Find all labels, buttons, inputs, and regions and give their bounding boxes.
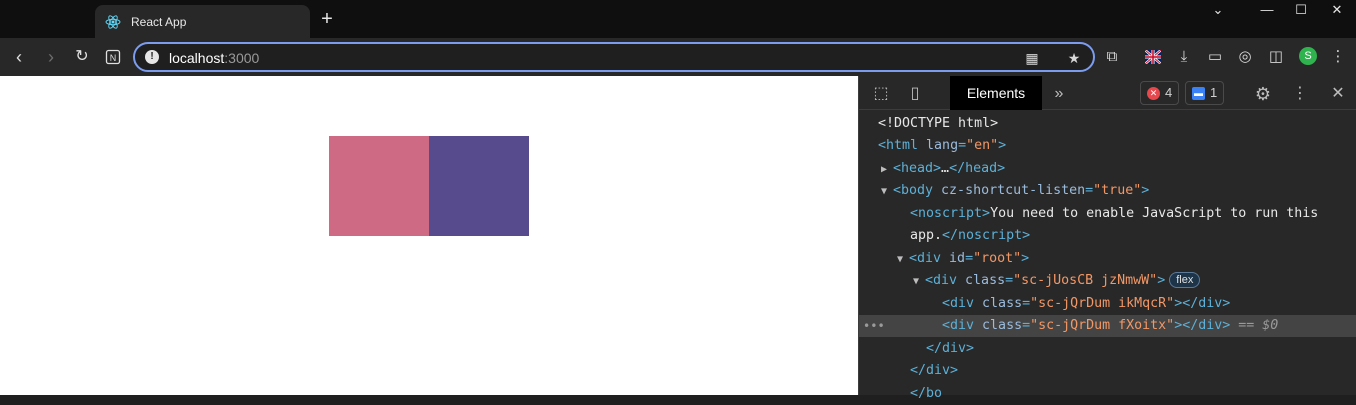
- url-host: localhost: [169, 50, 225, 66]
- dom-node-html[interactable]: <html lang="en">: [859, 135, 1356, 157]
- svg-text:N: N: [110, 53, 117, 63]
- new-tab-button[interactable]: +: [318, 9, 336, 29]
- error-icon: ✕: [1147, 87, 1160, 100]
- devtools-panel: ⬚ ▯ Elements » ✕ 4 ▬ 1 ⚙ ⋮ ✕ <!DOCTYPE h…: [858, 76, 1356, 401]
- error-count: 4: [1165, 85, 1173, 100]
- dom-node-body[interactable]: ▼ <body cz-shortcut-listen="true">: [859, 180, 1356, 202]
- settings-gear-icon[interactable]: ⚙: [1253, 84, 1273, 104]
- selected-marker: == $0: [1238, 318, 1279, 333]
- bookmark-star-icon[interactable]: ★: [1065, 49, 1083, 67]
- browser-toolbar: ‹ › ↻ N ! localhost:3000 ▦ ★ ⧉ ⤓ ▭ ◎ ◫ ⋮: [0, 38, 1356, 76]
- dom-node-child-2-selected[interactable]: ••• <div class="sc-jQrDum fXoitx"></div>…: [859, 315, 1356, 337]
- dom-node-close-root[interactable]: </div>: [859, 360, 1356, 382]
- error-count-badge[interactable]: ✕ 4: [1140, 81, 1180, 105]
- menu-kebab-icon[interactable]: ⋮: [1328, 47, 1348, 67]
- download-icon[interactable]: ⤓: [1174, 47, 1194, 67]
- qr-code-icon[interactable]: ▦: [1023, 49, 1041, 67]
- devtools-header: ⬚ ▯ Elements » ✕ 4 ▬ 1 ⚙ ⋮ ✕: [859, 76, 1356, 110]
- message-count: 1: [1210, 85, 1218, 100]
- forward-icon[interactable]: ›: [40, 46, 62, 68]
- title-bar: React App + ⌄ — ☐ ✕: [0, 0, 1356, 38]
- page-viewport: [0, 76, 858, 395]
- dom-node-child-1[interactable]: <div class="sc-jQrDum ikMqcR"></div>: [859, 293, 1356, 315]
- close-devtools-icon[interactable]: ✕: [1328, 84, 1348, 104]
- extensions-icon[interactable]: ⧉: [1102, 47, 1122, 67]
- notion-extension-icon[interactable]: N: [102, 46, 124, 68]
- back-icon[interactable]: ‹: [8, 46, 30, 68]
- url-port: :3000: [224, 50, 260, 66]
- dom-node-flex-div[interactable]: ▼ <div class="sc-jUosCB jzNmwW"> flex: [859, 270, 1356, 292]
- react-logo-icon: [105, 14, 121, 29]
- box-pink: [329, 136, 429, 236]
- screenshot-icon[interactable]: ◎: [1235, 47, 1255, 67]
- media-icon[interactable]: ▭: [1205, 47, 1225, 67]
- maximize-icon[interactable]: ☐: [1289, 0, 1313, 20]
- site-info-icon[interactable]: !: [145, 50, 159, 64]
- dom-node-close-body[interactable]: </bo: [859, 383, 1356, 405]
- message-icon: ▬: [1192, 87, 1205, 100]
- minimize-icon[interactable]: —: [1255, 0, 1279, 20]
- dom-node-root[interactable]: ▼ <div id="root">: [859, 248, 1356, 270]
- dom-node-doctype[interactable]: <!DOCTYPE html>: [859, 113, 1356, 135]
- message-count-badge[interactable]: ▬ 1: [1185, 81, 1225, 105]
- dom-node-close-flex[interactable]: </div>: [859, 338, 1356, 360]
- dom-node-noscript-cont[interactable]: app.</noscript>: [859, 225, 1356, 247]
- tab-title: React App: [131, 14, 187, 29]
- device-toolbar-icon[interactable]: ▯: [905, 84, 925, 104]
- more-tabs-icon[interactable]: »: [1049, 84, 1069, 104]
- collapse-triangle-icon[interactable]: ▼: [897, 249, 909, 271]
- collapse-triangle-icon[interactable]: ▼: [913, 271, 925, 293]
- side-panel-icon[interactable]: ◫: [1266, 47, 1286, 67]
- reload-icon[interactable]: ↻: [71, 46, 93, 68]
- flex-container: [329, 136, 529, 236]
- flex-badge[interactable]: flex: [1169, 272, 1201, 288]
- dom-node-head[interactable]: ▶ <head>…</head>: [859, 158, 1356, 180]
- uk-flag-extension-icon[interactable]: [1143, 47, 1163, 67]
- address-bar[interactable]: ! localhost:3000 ▦ ★: [133, 42, 1095, 72]
- close-window-icon[interactable]: ✕: [1325, 0, 1349, 20]
- box-purple: [429, 136, 529, 236]
- expand-triangle-icon[interactable]: ▶: [881, 159, 893, 181]
- dom-tree: <!DOCTYPE html> <html lang="en"> ▶ <head>…: [859, 111, 1356, 401]
- tab-elements[interactable]: Elements: [950, 76, 1042, 110]
- inspect-element-icon[interactable]: ⬚: [871, 84, 891, 104]
- dom-node-noscript[interactable]: <noscript>You need to enable JavaScript …: [859, 203, 1356, 225]
- profile-avatar[interactable]: S: [1299, 47, 1317, 65]
- node-actions-dots[interactable]: •••: [863, 315, 885, 337]
- browser-tab[interactable]: React App: [95, 5, 310, 38]
- url-text: localhost:3000: [169, 50, 259, 66]
- collapse-triangle-icon[interactable]: ▼: [881, 181, 893, 203]
- devtools-menu-icon[interactable]: ⋮: [1290, 84, 1310, 104]
- tab-search-icon[interactable]: ⌄: [1206, 0, 1230, 20]
